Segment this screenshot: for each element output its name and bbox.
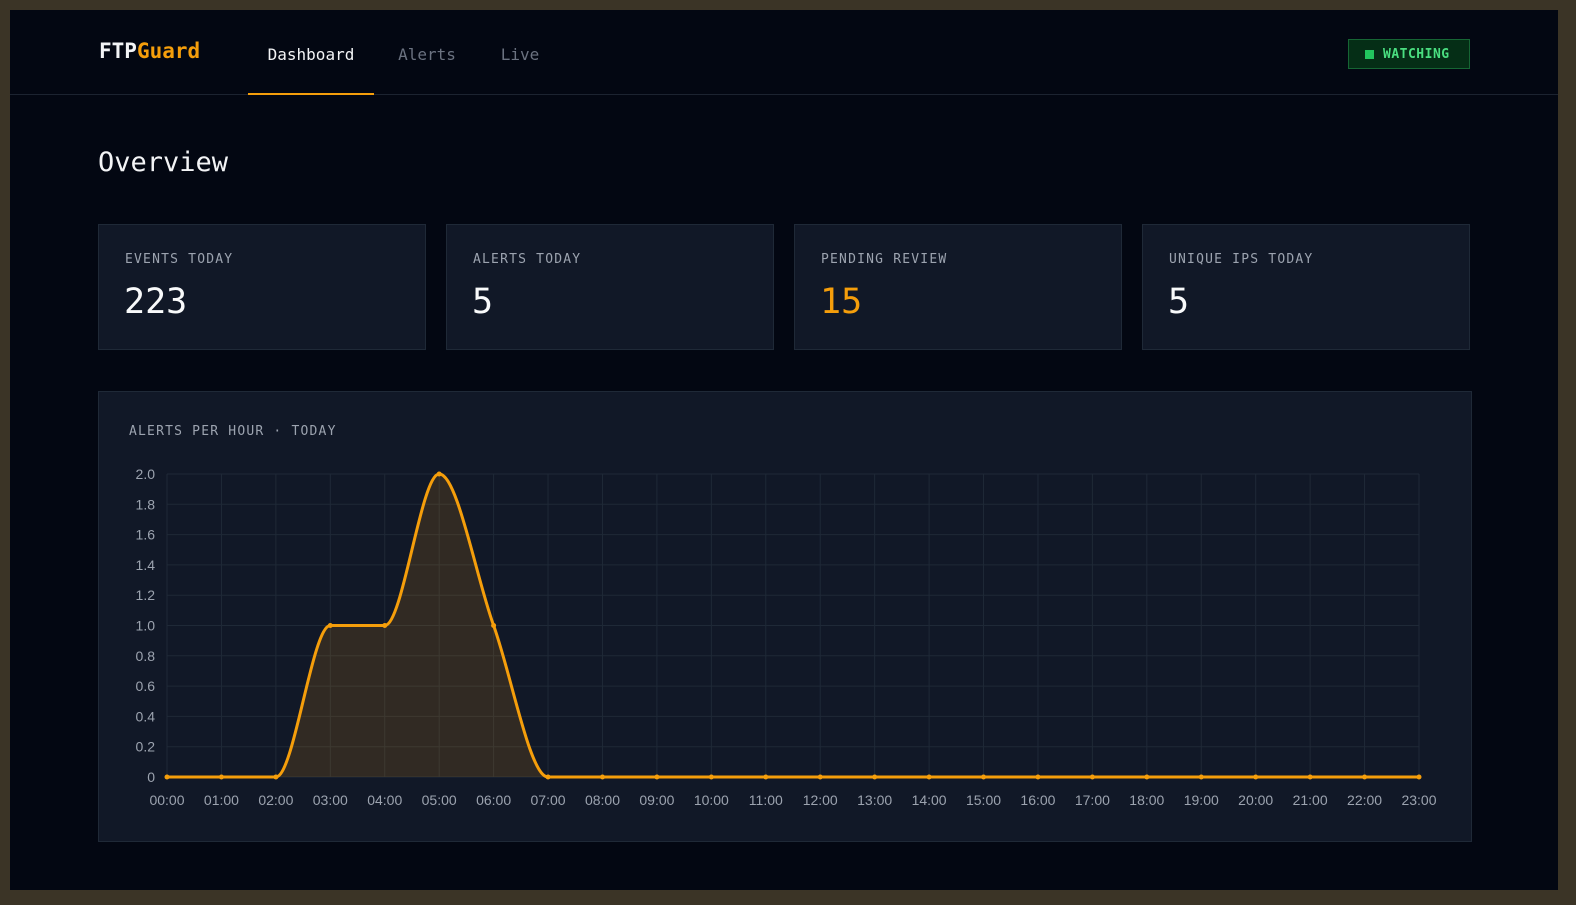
stat-label: EVENTS TODAY bbox=[125, 252, 234, 267]
x-tick-label: 16:00 bbox=[1020, 792, 1055, 808]
data-point[interactable] bbox=[436, 471, 442, 477]
y-tick-label: 0.2 bbox=[136, 739, 156, 755]
stat-value: 5 bbox=[472, 282, 494, 322]
brand-logo[interactable]: FTPGuard bbox=[99, 39, 200, 63]
x-tick-label: 10:00 bbox=[694, 792, 729, 808]
data-point[interactable] bbox=[1253, 774, 1259, 780]
data-point[interactable] bbox=[1035, 774, 1041, 780]
alerts-per-hour-chart: 0 0.2 0.4 0.6 0.8 1.0 1.2 1.4 1.6 1.8 2.0 00:00 01:0… bbox=[136, 466, 1437, 808]
y-tick-label: 0.6 bbox=[136, 678, 156, 694]
data-point[interactable] bbox=[1089, 774, 1095, 780]
y-tick-label: 1.0 bbox=[136, 618, 156, 634]
x-tick-label: 18:00 bbox=[1129, 792, 1164, 808]
data-point[interactable] bbox=[164, 774, 170, 780]
x-tick-label: 02:00 bbox=[258, 792, 293, 808]
tab-alerts[interactable]: Alerts bbox=[388, 10, 466, 94]
top-navigation-bar: FTPGuard Dashboard Alerts Live WATCHING bbox=[10, 10, 1558, 95]
stat-card-events-today: EVENTS TODAY 223 bbox=[98, 224, 426, 350]
data-point[interactable] bbox=[273, 774, 279, 780]
x-tick-label: 08:00 bbox=[585, 792, 620, 808]
tab-live[interactable]: Live bbox=[492, 10, 548, 94]
x-tick-label: 17:00 bbox=[1075, 792, 1110, 808]
x-tick-label: 09:00 bbox=[639, 792, 674, 808]
data-point[interactable] bbox=[1307, 774, 1313, 780]
stat-value: 223 bbox=[124, 282, 188, 322]
data-point[interactable] bbox=[1198, 774, 1204, 780]
x-tick-label: 07:00 bbox=[531, 792, 566, 808]
stat-label: PENDING REVIEW bbox=[821, 252, 948, 267]
watching-status-badge: WATCHING bbox=[1348, 39, 1470, 69]
y-tick-label: 1.2 bbox=[136, 587, 156, 603]
y-tick-label: 1.6 bbox=[136, 527, 156, 543]
y-tick-label: 1.8 bbox=[136, 496, 156, 512]
data-point[interactable] bbox=[981, 774, 987, 780]
y-tick-label: 2.0 bbox=[136, 466, 156, 482]
data-point[interactable] bbox=[1416, 774, 1422, 780]
x-tick-label: 11:00 bbox=[749, 792, 783, 808]
x-tick-label: 20:00 bbox=[1238, 792, 1273, 808]
brand-logo-part-guard: Guard bbox=[136, 39, 201, 63]
data-point[interactable] bbox=[382, 623, 388, 628]
data-point[interactable] bbox=[708, 774, 714, 780]
stat-value: 15 bbox=[820, 282, 863, 322]
data-point[interactable] bbox=[218, 774, 224, 780]
x-tick-label: 14:00 bbox=[912, 792, 947, 808]
y-tick-label: 0 bbox=[147, 769, 155, 785]
stat-card-pending-review: PENDING REVIEW 15 bbox=[794, 224, 1122, 350]
data-point[interactable] bbox=[654, 774, 660, 780]
page-title: Overview bbox=[98, 147, 229, 178]
x-tick-label: 22:00 bbox=[1347, 792, 1382, 808]
stat-card-unique-ips-today: UNIQUE IPS TODAY 5 bbox=[1142, 224, 1470, 350]
data-point[interactable] bbox=[763, 774, 769, 780]
x-tick-label: 01:00 bbox=[204, 792, 239, 808]
x-tick-label: 06:00 bbox=[476, 792, 511, 808]
x-tick-label: 21:00 bbox=[1293, 792, 1328, 808]
y-tick-label: 1.4 bbox=[136, 557, 156, 573]
app-window: FTPGuard Dashboard Alerts Live WATCHING … bbox=[10, 10, 1558, 890]
y-tick-label: 0.8 bbox=[136, 648, 156, 664]
brand-logo-part-ftp: FTP bbox=[99, 39, 137, 63]
x-tick-label: 15:00 bbox=[966, 792, 1001, 808]
x-tick-label: 13:00 bbox=[857, 792, 892, 808]
x-tick-label: 05:00 bbox=[422, 792, 457, 808]
data-point[interactable] bbox=[872, 774, 878, 780]
data-point[interactable] bbox=[817, 774, 823, 780]
status-indicator-icon bbox=[1365, 50, 1374, 59]
stat-label: ALERTS TODAY bbox=[473, 252, 582, 267]
status-badge-label: WATCHING bbox=[1383, 47, 1450, 62]
x-tick-label: 04:00 bbox=[367, 792, 402, 808]
data-point[interactable] bbox=[545, 774, 551, 780]
x-tick-label: 19:00 bbox=[1184, 792, 1219, 808]
data-point[interactable] bbox=[926, 774, 932, 780]
data-point[interactable] bbox=[599, 774, 605, 780]
stat-label: UNIQUE IPS TODAY bbox=[1169, 252, 1314, 267]
y-tick-label: 0.4 bbox=[136, 708, 156, 724]
x-tick-label: 23:00 bbox=[1401, 792, 1436, 808]
data-point[interactable] bbox=[1362, 774, 1368, 780]
x-tick-label: 03:00 bbox=[313, 792, 348, 808]
x-tick-label: 12:00 bbox=[803, 792, 838, 808]
stat-value: 5 bbox=[1168, 282, 1190, 322]
data-point[interactable] bbox=[327, 623, 333, 628]
data-point[interactable] bbox=[491, 623, 497, 628]
x-tick-label: 00:00 bbox=[149, 792, 184, 808]
stat-card-alerts-today: ALERTS TODAY 5 bbox=[446, 224, 774, 350]
tab-dashboard[interactable]: Dashboard bbox=[248, 10, 374, 95]
alerts-per-hour-chart-card: ALERTS PER HOUR · TODAY 0 0.2 0.4 0.6 0.8 1.0… bbox=[98, 391, 1472, 842]
data-point[interactable] bbox=[1144, 774, 1150, 780]
